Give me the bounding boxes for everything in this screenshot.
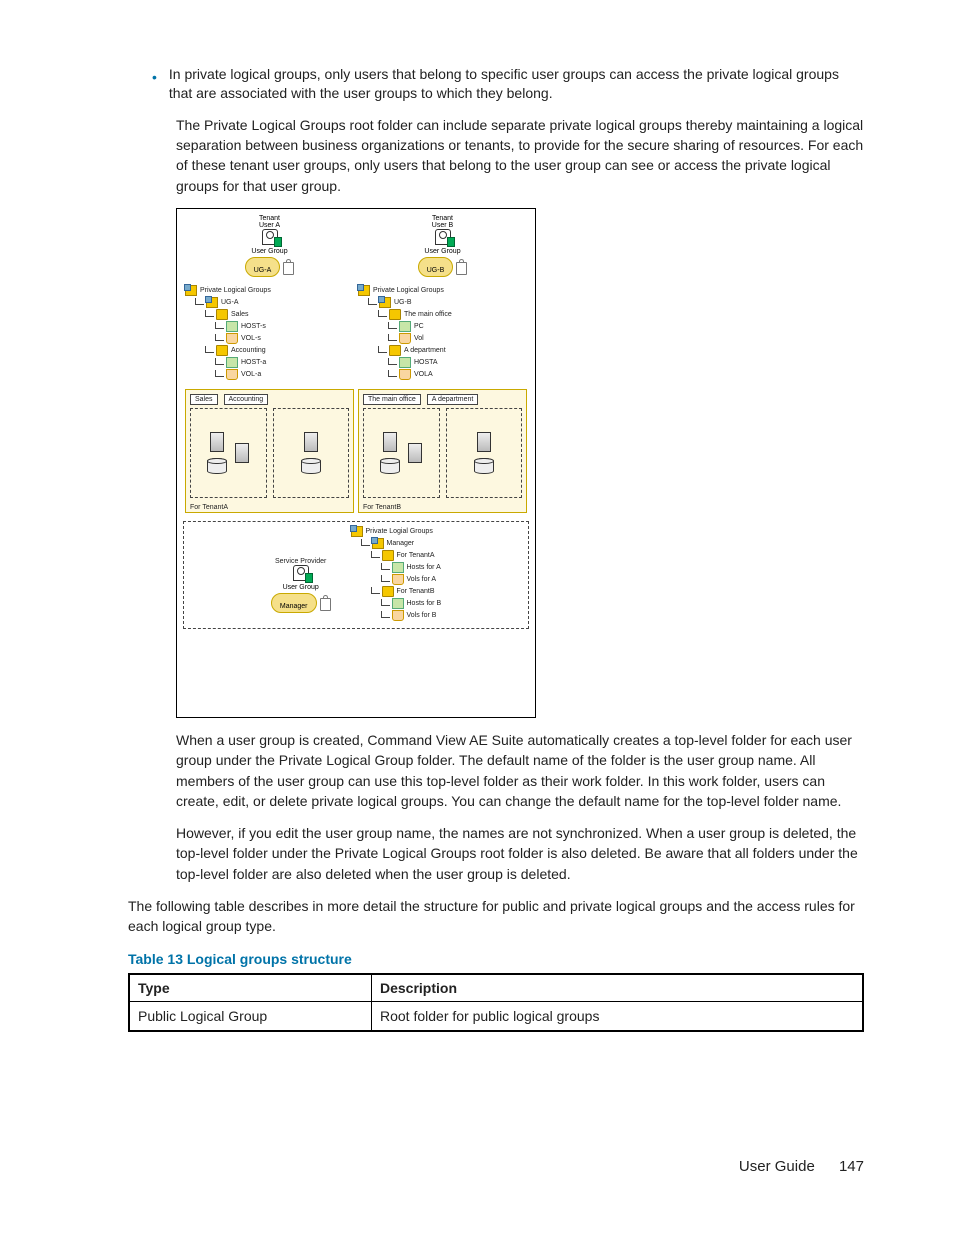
host-icon [399, 357, 411, 368]
td-description: Root folder for public logical groups [372, 1001, 864, 1031]
table-caption: Table 13 Logical groups structure [128, 951, 864, 967]
manager-zone: Service Provider User Group Manager Priv… [183, 521, 529, 629]
volume-icon [399, 333, 411, 344]
volume-icon [226, 333, 238, 344]
table-header-row: Type Description [129, 974, 863, 1002]
tenant-a-user: User A [259, 222, 280, 229]
manager-ug-label: User Group [283, 584, 319, 591]
server-icon [477, 432, 491, 452]
td-type: Public Logical Group [129, 1001, 372, 1031]
user-icon [293, 565, 309, 581]
folder-icon [185, 285, 197, 296]
folder-icon [389, 345, 401, 356]
server-icon [235, 443, 249, 463]
infra-label: Accounting [224, 394, 269, 405]
page-number: 147 [839, 1158, 864, 1175]
folder-icon [379, 297, 391, 308]
manager-ug-name: Manager [280, 603, 308, 610]
paragraph-sync-warning: However, if you edit the user group name… [176, 823, 864, 884]
storage-icon [380, 458, 400, 474]
lock-icon [456, 262, 467, 275]
table-row: Public Logical Group Root folder for pub… [129, 1001, 863, 1031]
volume-icon [392, 574, 404, 585]
server-icon [383, 432, 397, 452]
tenant-b-title: Tenant [432, 215, 453, 222]
tenant-a-ug-label: User Group [251, 248, 287, 255]
folder-icon [389, 309, 401, 320]
folder-icon [382, 550, 394, 561]
folder-icon [372, 538, 384, 549]
infra-label: Sales [190, 394, 218, 405]
tenant-a-infra: Sales Accounting For TenantA [185, 389, 354, 513]
server-icon [304, 432, 318, 452]
logical-groups-diagram: Tenant User A User Group UG-A Private Lo… [176, 208, 536, 718]
volume-icon [399, 369, 411, 380]
storage-icon [207, 458, 227, 474]
bullet-dot-icon: • [152, 67, 157, 103]
tree-manager: Private Logial Groups Manager For Tenant… [351, 526, 442, 622]
infra-caption: For TenantB [363, 504, 401, 511]
tenant-a-ug-name: UG-A [254, 267, 272, 274]
paragraph-private-root: The Private Logical Groups root folder c… [176, 115, 864, 196]
storage-icon [301, 458, 321, 474]
folder-icon [206, 297, 218, 308]
host-icon [226, 321, 238, 332]
infra-caption: For TenantA [190, 504, 228, 511]
host-icon [392, 562, 404, 573]
infra-label: A department [427, 394, 479, 405]
volume-icon [226, 369, 238, 380]
folder-icon [216, 309, 228, 320]
tenant-a-title: Tenant [259, 215, 280, 222]
service-provider-label: Service Provider [275, 558, 326, 565]
tenant-b-ug-label: User Group [424, 248, 460, 255]
th-description: Description [372, 974, 864, 1002]
folder-icon [216, 345, 228, 356]
user-icon [435, 229, 451, 245]
server-icon [210, 432, 224, 452]
tree-tenant-b: Private Logical Groups UG-B The main off… [358, 285, 527, 381]
host-icon [392, 598, 404, 609]
user-icon [262, 229, 278, 245]
diagram-container: Tenant User A User Group UG-A Private Lo… [176, 208, 864, 718]
logical-groups-table: Type Description Public Logical Group Ro… [128, 973, 864, 1032]
folder-icon [358, 285, 370, 296]
tenant-b-ug-name: UG-B [427, 267, 445, 274]
infra-label: The main office [363, 394, 421, 405]
paragraph-table-intro: The following table describes in more de… [128, 896, 864, 937]
bullet-item: • In private logical groups, only users … [152, 65, 864, 103]
tenant-b-infra: The main office A department For TenantB [358, 389, 527, 513]
folder-icon [351, 526, 363, 537]
volume-icon [392, 610, 404, 621]
bullet-text: In private logical groups, only users th… [169, 65, 864, 103]
server-icon [408, 443, 422, 463]
storage-icon [474, 458, 494, 474]
th-type: Type [129, 974, 372, 1002]
footer-label: User Guide [739, 1158, 815, 1175]
host-icon [226, 357, 238, 368]
lock-icon [320, 598, 331, 611]
lock-icon [283, 262, 294, 275]
host-icon [399, 321, 411, 332]
page-footer: User Guide 147 [739, 1158, 864, 1175]
folder-icon [382, 586, 394, 597]
paragraph-auto-folder: When a user group is created, Command Vi… [176, 730, 864, 811]
tenant-b-user: User B [432, 222, 453, 229]
tree-tenant-a: Private Logical Groups UG-A Sales HOST-s… [185, 285, 354, 381]
